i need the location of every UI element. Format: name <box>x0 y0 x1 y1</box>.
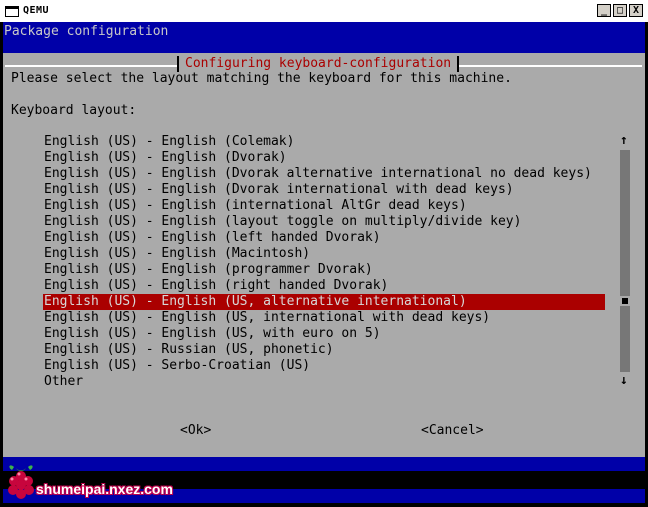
maximize-button[interactable]: □ <box>613 4 627 17</box>
list-item-selected[interactable]: English (US) - English (US, alternative … <box>43 294 605 310</box>
scroll-up-arrow-icon[interactable]: ↑ <box>620 133 628 148</box>
header-title: Package configuration <box>4 24 169 39</box>
list-item[interactable]: English (US) - English (left handed Dvor… <box>43 230 605 246</box>
scrollbar-thumb[interactable] <box>620 296 630 306</box>
list-item[interactable]: English (US) - English (Macintosh) <box>43 246 605 262</box>
close-button[interactable]: X <box>629 4 643 17</box>
minimize-button[interactable]: _ <box>597 4 611 17</box>
keyboard-config-dialog: Configuring keyboard-configuration Pleas… <box>3 53 645 457</box>
window-titlebar: QEMU _ □ X <box>0 0 648 22</box>
watermark-text: shumeipai.nxez.com <box>36 481 173 497</box>
list-item[interactable]: English (US) - English (Colemak) <box>43 134 605 150</box>
dialog-prompt: Please select the layout matching the ke… <box>11 71 512 86</box>
package-config-header: Package configuration <box>3 22 645 53</box>
keyboard-layout-list[interactable]: English (US) - English (Colemak) English… <box>43 134 605 390</box>
scroll-down-arrow-icon[interactable]: ↓ <box>620 373 628 388</box>
raspberry-pi-logo-icon <box>8 465 34 499</box>
list-item[interactable]: English (US) - English (Dvorak alternati… <box>43 166 605 182</box>
list-item[interactable]: English (US) - English (US, with euro on… <box>43 326 605 342</box>
window-controls: _ □ X <box>597 4 643 17</box>
list-item[interactable]: English (US) - English (Dvorak) <box>43 150 605 166</box>
list-item[interactable]: English (US) - English (US, internationa… <box>43 310 605 326</box>
list-item[interactable]: English (US) - Serbo-Croatian (US) <box>43 358 605 374</box>
list-item[interactable]: English (US) - English (Dvorak internati… <box>43 182 605 198</box>
qemu-window-icon <box>5 6 19 17</box>
list-item[interactable]: Other <box>43 374 605 390</box>
list-item[interactable]: English (US) - English (programmer Dvora… <box>43 262 605 278</box>
cancel-button[interactable]: <Cancel> <box>421 423 484 438</box>
ok-button[interactable]: <Ok> <box>180 423 211 438</box>
scrollbar-track[interactable] <box>620 150 630 372</box>
window-title: QEMU <box>23 5 50 16</box>
list-item[interactable]: English (US) - English (international Al… <box>43 198 605 214</box>
keyboard-layout-label: Keyboard layout: <box>11 103 137 118</box>
bottom-blue-strip <box>3 457 645 471</box>
list-item[interactable]: English (US) - English (layout toggle on… <box>43 214 605 230</box>
list-item[interactable]: English (US) - English (right handed Dvo… <box>43 278 605 294</box>
list-item[interactable]: English (US) - Russian (US, phonetic) <box>43 342 605 358</box>
